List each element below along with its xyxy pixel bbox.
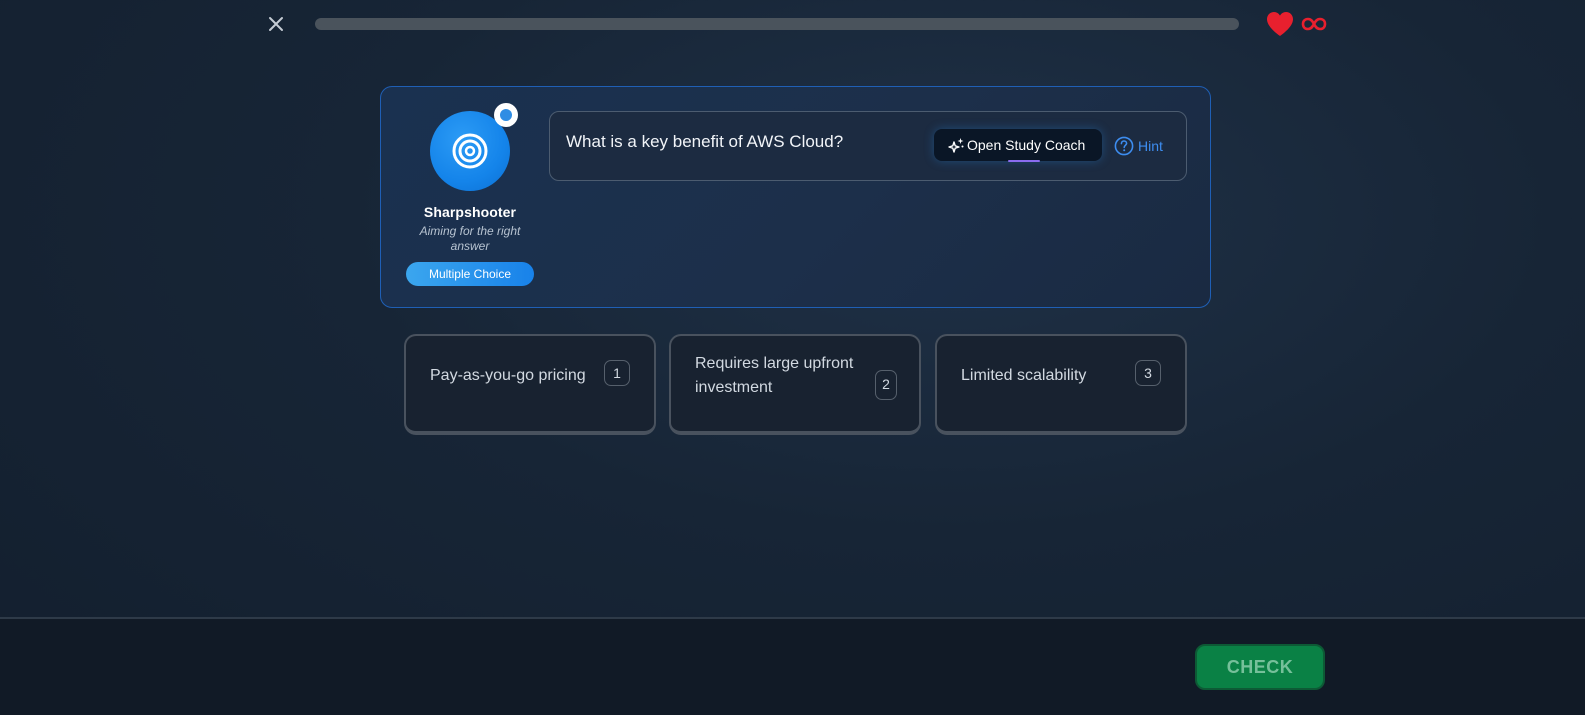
question-circle-icon	[1114, 136, 1134, 156]
sparkles-icon	[948, 137, 964, 153]
open-study-coach-label: Open Study Coach	[967, 137, 1086, 153]
open-study-coach-button[interactable]: Open Study Coach	[934, 129, 1102, 162]
question-text: What is a key benefit of AWS Cloud?	[566, 132, 844, 151]
close-button[interactable]	[266, 14, 286, 34]
answer-option-label: Requires large upfront investment	[695, 354, 854, 396]
keyboard-shortcut-badge: 3	[1135, 360, 1161, 386]
hint-label: Hint	[1138, 138, 1163, 154]
persona-panel: Sharpshooter Aiming for the right answer…	[405, 103, 535, 286]
answer-option-label: Pay-as-you-go pricing	[430, 366, 586, 384]
footer-bar: CHECK	[0, 617, 1585, 715]
keyboard-shortcut-badge: 2	[875, 370, 897, 400]
status-badge	[494, 103, 518, 127]
infinity-icon	[1301, 17, 1327, 31]
close-icon	[269, 17, 283, 31]
question-box: What is a key benefit of AWS Cloud? Open…	[549, 111, 1187, 181]
status-dot-icon	[500, 109, 512, 121]
heart-icon	[1267, 12, 1293, 36]
keyboard-shortcut-badge: 1	[604, 360, 630, 386]
persona-name: Sharpshooter	[423, 204, 517, 220]
question-card: Sharpshooter Aiming for the right answer…	[380, 86, 1211, 308]
persona-avatar	[430, 103, 518, 191]
question-type-badge: Multiple Choice	[406, 262, 534, 286]
answer-option-label: Limited scalability	[961, 366, 1087, 384]
answer-option-3[interactable]: Limited scalability 3	[935, 334, 1187, 435]
answer-option-1[interactable]: Pay-as-you-go pricing 1	[404, 334, 656, 435]
hint-button[interactable]: Hint	[1114, 136, 1163, 156]
target-icon	[452, 133, 488, 169]
progress-bar	[315, 18, 1239, 30]
persona-tagline: Aiming for the right answer	[419, 224, 521, 253]
check-button[interactable]: CHECK	[1195, 644, 1325, 690]
answer-option-2[interactable]: Requires large upfront investment 2	[669, 334, 921, 435]
